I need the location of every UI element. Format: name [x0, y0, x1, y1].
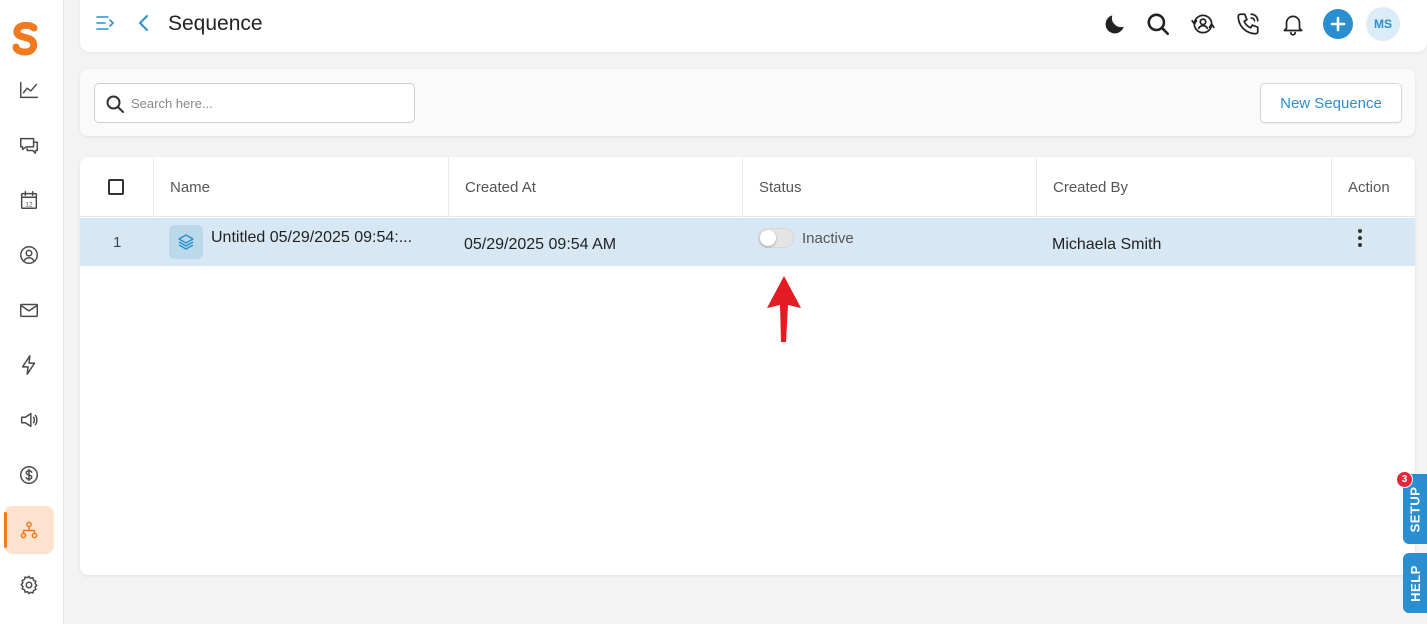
column-header-created-by[interactable]: Created By	[1037, 157, 1332, 217]
sidebar-item-reports[interactable]	[4, 66, 54, 114]
plus-icon	[1330, 16, 1346, 32]
search-input[interactable]	[131, 84, 411, 122]
sidebar-item-sequence[interactable]	[4, 506, 54, 554]
phone-icon	[1237, 13, 1259, 35]
column-header-created-at[interactable]: Created At	[449, 157, 743, 217]
status-text: Inactive	[802, 229, 854, 247]
quick-add-button[interactable]	[1323, 9, 1353, 39]
column-header-name[interactable]: Name	[154, 157, 449, 217]
sidebar: 12	[0, 0, 64, 624]
dollar-icon	[20, 466, 38, 484]
bolt-icon	[21, 355, 36, 375]
svg-text:12: 12	[25, 201, 33, 208]
sequence-icon	[20, 521, 38, 539]
gear-icon	[20, 575, 38, 595]
column-header-status[interactable]: Status	[743, 157, 1037, 217]
layers-icon	[169, 225, 203, 259]
created-at-value: 05/29/2025 09:54 AM	[464, 236, 617, 253]
sidebar-item-contacts[interactable]	[4, 231, 54, 279]
back-chevron-icon[interactable]	[134, 12, 154, 34]
select-all-checkbox[interactable]	[108, 179, 124, 195]
user-avatar[interactable]: MS	[1366, 7, 1400, 41]
account-switch-button[interactable]	[1188, 9, 1218, 39]
sidebar-item-calendar[interactable]: 12	[4, 176, 54, 224]
chart-line-icon	[20, 81, 38, 99]
search-box	[94, 83, 415, 123]
sidebar-item-conversations[interactable]	[4, 121, 54, 169]
page-title: Sequence	[168, 12, 263, 35]
menu-toggle-icon[interactable]	[94, 12, 116, 34]
phone-button[interactable]	[1233, 9, 1263, 39]
select-all-cell	[80, 157, 154, 217]
sidebar-item-settings[interactable]	[4, 561, 54, 609]
sidebar-item-automation[interactable]	[4, 341, 54, 389]
more-options-icon[interactable]	[1350, 226, 1370, 250]
action-cell	[1350, 214, 1390, 262]
global-search-button[interactable]	[1143, 9, 1173, 39]
toggle-knob	[760, 230, 776, 246]
app-logo[interactable]	[10, 22, 42, 56]
setup-tab-label: SETUP	[1407, 486, 1423, 532]
notifications-button[interactable]	[1278, 9, 1308, 39]
search-icon	[106, 95, 124, 113]
row-index: 1	[113, 233, 122, 251]
top-header: Sequence MS	[80, 0, 1427, 52]
search-icon	[1147, 13, 1170, 36]
calendar-icon: 12	[20, 191, 38, 209]
new-sequence-button[interactable]: New Sequence	[1260, 83, 1402, 123]
comments-icon	[20, 137, 38, 154]
sidebar-item-campaigns[interactable]	[4, 396, 54, 444]
table-row[interactable]: 1 Untitled 05/29/2025 09:54:... 05/29/20…	[80, 218, 1415, 266]
help-tab[interactable]: HELP	[1403, 553, 1427, 613]
status-cell: Inactive	[758, 214, 1028, 262]
row-name-cell[interactable]: Untitled 05/29/2025 09:54:...	[169, 218, 444, 266]
help-tab-label: HELP	[1407, 564, 1423, 602]
megaphone-icon	[20, 412, 38, 428]
sidebar-item-email[interactable]	[4, 286, 54, 334]
contact-icon	[20, 246, 38, 264]
dark-mode-button[interactable]	[1100, 9, 1130, 39]
table-header: Name Created At Status Created By Action	[80, 157, 1415, 217]
column-header-action: Action	[1348, 178, 1390, 196]
toolbar-card: New Sequence	[80, 69, 1415, 136]
sequence-name[interactable]: Untitled 05/29/2025 09:54:...	[211, 229, 412, 247]
user-sync-icon	[1191, 14, 1215, 34]
status-toggle[interactable]	[758, 228, 794, 248]
created-by-value: Michaela Smith	[1052, 236, 1162, 253]
sidebar-item-billing[interactable]	[4, 451, 54, 499]
sequence-table: Name Created At Status Created By Action…	[80, 157, 1415, 575]
annotation-arrow-icon	[767, 276, 801, 342]
setup-badge: 3	[1396, 471, 1413, 488]
bell-icon	[1283, 15, 1303, 36]
mail-icon	[20, 303, 38, 318]
moon-icon	[1105, 15, 1124, 34]
